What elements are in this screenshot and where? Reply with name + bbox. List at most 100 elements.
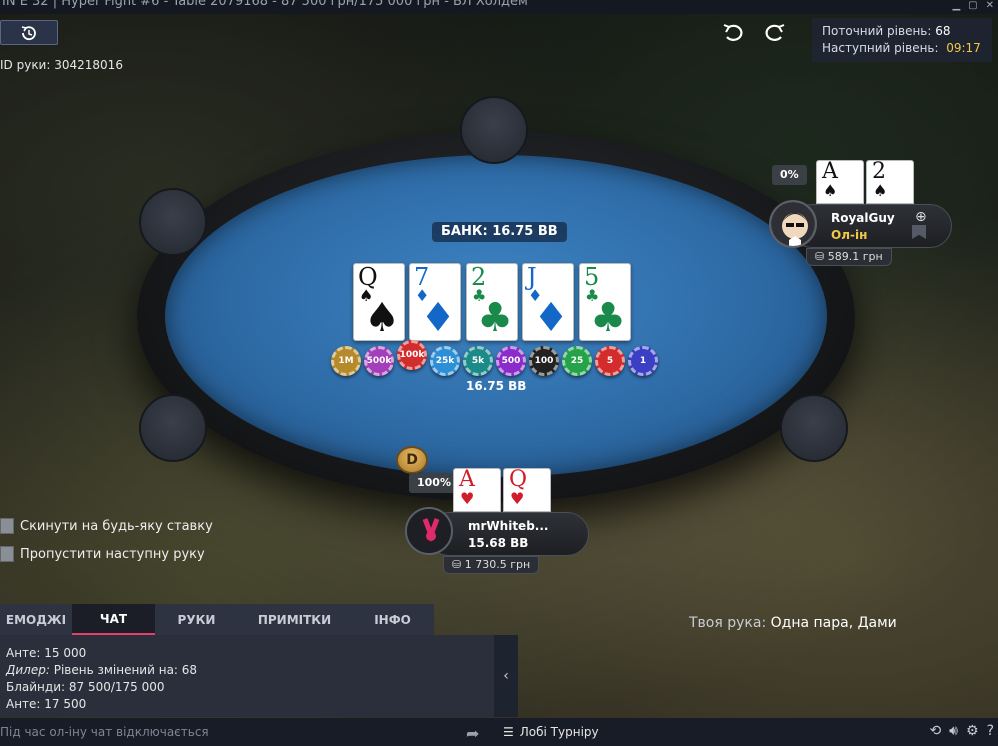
chat-line: Анте: 15 000 bbox=[6, 645, 488, 662]
hand-history-button[interactable] bbox=[0, 20, 58, 45]
hero-equity-badge: 100% bbox=[409, 473, 459, 493]
board-card: J ♦ ♦ bbox=[522, 263, 574, 341]
board-card: 7 ♦ ♦ bbox=[409, 263, 461, 341]
chat-tabs: ЕМОДЖІ ЧАТ РУКИ ПРИМІТКИ ІНФО bbox=[0, 604, 434, 635]
chat-text: Рівень змінений на: 68 bbox=[49, 663, 198, 677]
my-hand-strength: Твоя рука: Одна пара, Дами bbox=[689, 615, 897, 631]
board-card: 5 ♣ ♣ bbox=[579, 263, 631, 341]
list-icon: ☰ bbox=[503, 725, 514, 739]
chat-line: Дилер: Рівень змінений на: 68 bbox=[6, 662, 488, 679]
gear-icon[interactable]: ⚙ bbox=[966, 723, 979, 739]
history-icon bbox=[21, 25, 36, 40]
tournament-lobby-button[interactable]: ☰ Лобі Турніру bbox=[503, 725, 599, 739]
board-card: 2 ♣ ♣ bbox=[466, 263, 518, 341]
next-level-timer: 09:17 bbox=[946, 41, 981, 55]
hero-name: mrWhiteb... bbox=[468, 519, 549, 533]
speaker-icon[interactable]: 🔊︎ bbox=[949, 723, 958, 739]
checkbox[interactable] bbox=[0, 518, 14, 534]
poker-chip: 500k bbox=[364, 346, 394, 376]
diamond-icon: ♦ bbox=[533, 295, 569, 341]
chat-line: Блайнди: 87 500/175 000 bbox=[6, 679, 488, 696]
close-icon[interactable]: ✕ bbox=[986, 0, 994, 11]
window-titlebar: ÎN E 32 | Hyper Fight #6 - Table 2079168… bbox=[0, 0, 998, 14]
empty-seat-top[interactable] bbox=[460, 96, 528, 164]
spade-icon: ♠ bbox=[823, 181, 838, 200]
empty-seat-right-bottom[interactable] bbox=[780, 394, 848, 462]
opponent-hole-card: A ♠ bbox=[816, 159, 864, 204]
send-arrow-icon[interactable]: ➦ bbox=[466, 724, 479, 743]
poker-chip: 1 bbox=[628, 346, 658, 376]
undo-icon[interactable] bbox=[721, 22, 747, 44]
hero-hole-card: Q ♥ bbox=[503, 467, 551, 512]
window-controls: ▁ ▢ ✕ bbox=[952, 0, 994, 11]
empty-seat-left-top[interactable] bbox=[139, 188, 207, 256]
checkbox[interactable] bbox=[0, 546, 14, 562]
chat-text: Блайнди: 87 500/175 000 bbox=[6, 680, 165, 694]
lobby-label: Лобі Турніру bbox=[519, 725, 599, 739]
help-icon[interactable]: ? bbox=[987, 723, 994, 739]
board-card: Q ♠ ♠ bbox=[353, 263, 405, 341]
bottom-tools: ⟲ 🔊︎ ⚙ ? bbox=[929, 723, 994, 739]
add-note-icon[interactable]: ⊕ bbox=[915, 209, 927, 225]
next-level-label: Наступний рівень: bbox=[822, 41, 939, 55]
window-title: ÎN E 32 | Hyper Fight #6 - Table 2079168… bbox=[2, 0, 528, 9]
pot-amount: 16.75 BB bbox=[466, 379, 527, 393]
opponent-name: RoyalGuy bbox=[831, 211, 895, 225]
spade-icon: ♠ bbox=[364, 295, 400, 341]
opponent-stack: ⛁ 589.1 грн bbox=[806, 248, 892, 266]
hand-id-label: ID руки: bbox=[0, 58, 51, 72]
blind-level-panel: Поточний рівень: 68 Наступний рівень: 09… bbox=[812, 18, 992, 62]
dealer-button: D bbox=[396, 446, 428, 474]
chip-icon: ⛁ bbox=[452, 558, 462, 571]
spade-icon: ♠ bbox=[873, 181, 888, 200]
poker-chip: 100k bbox=[397, 340, 427, 370]
opponent-hole-card: 2 ♠ bbox=[866, 159, 914, 204]
hero-hole-card: A ♥ bbox=[453, 467, 501, 512]
poker-chip: 100 bbox=[529, 346, 559, 376]
collapse-chat-button[interactable]: ‹ bbox=[494, 635, 518, 717]
hero-avatar[interactable] bbox=[405, 507, 453, 555]
undo-redo-group bbox=[721, 22, 787, 44]
empty-seat-left-bottom[interactable] bbox=[139, 394, 207, 462]
heart-icon: ♥ bbox=[510, 489, 525, 508]
current-level-label: Поточний рівень: bbox=[822, 24, 932, 38]
heart-icon: ♥ bbox=[460, 489, 475, 508]
bookmark-icon[interactable] bbox=[912, 225, 926, 239]
poker-chip: 25k bbox=[430, 346, 460, 376]
tab-info[interactable]: ІНФО bbox=[351, 604, 434, 635]
hand-id-value: 304218016 bbox=[54, 58, 123, 72]
fold-any-bet-option[interactable]: Скинути на будь-яку ставку bbox=[0, 518, 213, 534]
sit-out-next-hand-option[interactable]: Пропустити наступну руку bbox=[0, 546, 205, 562]
redo-icon[interactable] bbox=[761, 22, 787, 44]
chat-text: Анте: 15 000 bbox=[6, 646, 87, 660]
opponent-stack-value: 589.1 грн bbox=[827, 250, 883, 263]
chat-text: Анте: 17 500 bbox=[6, 697, 87, 711]
chat-input[interactable]: Під час ол-іну чат відключається bbox=[0, 725, 209, 739]
poker-chip: 25 bbox=[562, 346, 592, 376]
tab-notes[interactable]: ПРИМІТКИ bbox=[238, 604, 351, 635]
pot-chip-stack: 1M 500k 100k 25k 5k 500 100 25 5 1 bbox=[331, 340, 658, 376]
my-hand-label: Твоя рука: bbox=[689, 615, 767, 631]
poker-chip: 5 bbox=[595, 346, 625, 376]
opponent-avatar[interactable] bbox=[769, 200, 817, 248]
minimize-icon[interactable]: ▁ bbox=[952, 0, 960, 11]
opponent-status: Ол-ін bbox=[831, 228, 868, 242]
poker-chip: 500 bbox=[496, 346, 526, 376]
option-label: Скинути на будь-яку ставку bbox=[20, 518, 213, 534]
maximize-icon[interactable]: ▢ bbox=[968, 0, 977, 11]
diamond-icon: ♦ bbox=[420, 295, 456, 341]
poker-chip: 1M bbox=[331, 346, 361, 376]
club-icon: ♣ bbox=[477, 295, 513, 341]
club-icon: ♣ bbox=[590, 295, 626, 341]
chat-log: Анте: 15 000 Дилер: Рівень змінений на: … bbox=[0, 635, 494, 717]
current-level-value: 68 bbox=[935, 24, 951, 38]
my-hand-value: Одна пара, Дами bbox=[770, 615, 897, 631]
tab-hands[interactable]: РУКИ bbox=[155, 604, 238, 635]
opponent-equity-badge: 0% bbox=[772, 165, 807, 185]
tab-emoji[interactable]: ЕМОДЖІ bbox=[0, 604, 72, 635]
hand-id: ID руки: 304218016 bbox=[0, 58, 123, 72]
chat-sender: Дилер: bbox=[6, 663, 50, 677]
history-icon[interactable]: ⟲ bbox=[929, 723, 941, 739]
tab-chat[interactable]: ЧАТ bbox=[72, 604, 155, 635]
pot-label: БАНК: 16.75 BB bbox=[432, 222, 567, 242]
